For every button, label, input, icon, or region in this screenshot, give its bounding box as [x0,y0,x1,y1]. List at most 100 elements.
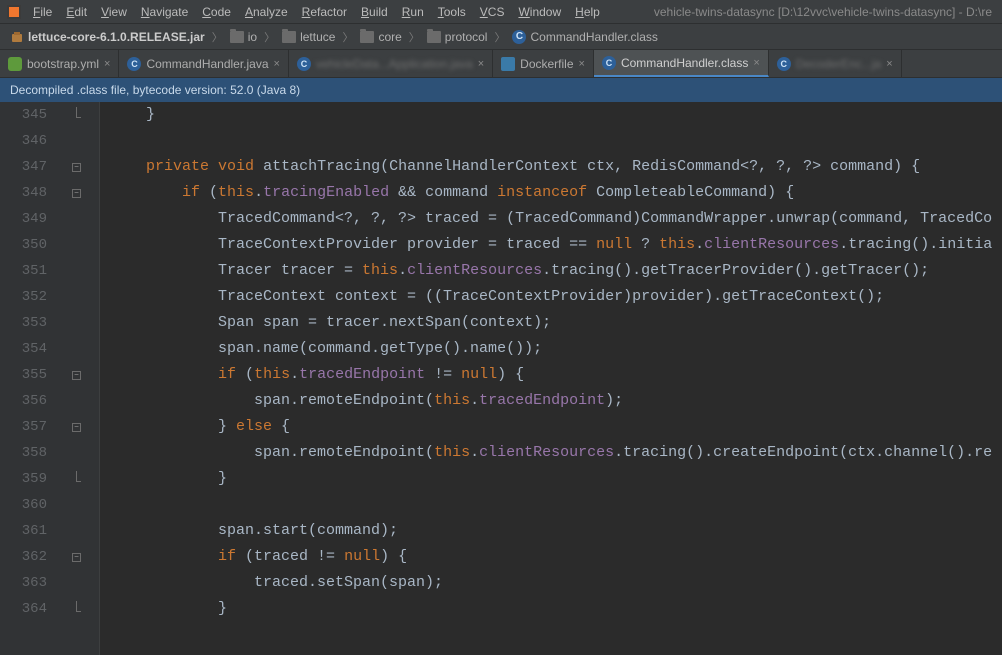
tab-label: vehicleData...Application.java [316,57,473,71]
tab-commandhandler-class[interactable]: CCommandHandler.class× [594,50,769,77]
code-line[interactable]: Tracer tracer = this.clientResources.tra… [110,258,1002,284]
code-line[interactable]: span.name(command.getType().name()); [110,336,1002,362]
line-number[interactable]: 350 [0,232,99,258]
fold-icon[interactable]: − [72,163,81,172]
editor-area: 345346347−348−349350351352353354355−3563… [0,102,1002,655]
app-icon [6,4,22,20]
close-icon[interactable]: × [478,58,484,70]
breadcrumb-class-label: CommandHandler.class [530,30,657,44]
menu-analyze[interactable]: Analyze [238,3,295,21]
code-line[interactable]: TraceContextProvider provider = traced =… [110,232,1002,258]
line-number[interactable]: 355− [0,362,99,388]
line-number[interactable]: 353 [0,310,99,336]
code-line[interactable]: if (this.tracingEnabled && command insta… [110,180,1002,206]
close-icon[interactable]: × [753,57,759,69]
tab-vehicledata-application-java[interactable]: CvehicleData...Application.java × [289,50,493,77]
fold-icon[interactable]: − [72,423,81,432]
tab-decoderenc-ja[interactable]: CDecoderEnc...ja× [769,50,902,77]
code-line[interactable]: traced.setSpan(span); [110,570,1002,596]
line-number[interactable]: 359 [0,466,99,492]
window-title-path: vehicle-twins-datasync [D:\12vvc\vehicle… [654,5,1000,19]
tab-label: CommandHandler.java [146,57,268,71]
code-line[interactable] [110,128,1002,154]
folder-icon [360,31,374,43]
menubar: FileEditViewNavigateCodeAnalyzeRefactorB… [0,0,1002,24]
line-number[interactable]: 357− [0,414,99,440]
breadcrumb-lettuce[interactable]: lettuce [278,29,339,45]
line-number[interactable]: 351 [0,258,99,284]
line-number[interactable]: 349 [0,206,99,232]
line-number[interactable]: 362− [0,544,99,570]
fold-icon[interactable]: − [72,371,81,380]
menu-edit[interactable]: Edit [59,3,94,21]
tab-bootstrap-yml[interactable]: bootstrap.yml× [0,50,119,77]
class-icon: C [512,30,526,44]
menu-code[interactable]: Code [195,3,238,21]
tab-label: CommandHandler.class [621,56,748,70]
menu-run[interactable]: Run [395,3,431,21]
fold-icon[interactable]: − [72,189,81,198]
menu-tools[interactable]: Tools [431,3,473,21]
code-line[interactable] [110,492,1002,518]
menu-file[interactable]: File [26,3,59,21]
close-icon[interactable]: × [886,58,892,70]
chevron-right-icon: 〉 [409,29,420,45]
breadcrumb-protocol[interactable]: protocol [423,29,492,45]
line-number[interactable]: 364 [0,596,99,622]
line-number[interactable]: 345 [0,102,99,128]
code-line[interactable]: } else { [110,414,1002,440]
breadcrumb-core[interactable]: core [356,29,405,45]
fold-icon[interactable]: − [72,553,81,562]
class-icon: C [127,57,141,71]
line-number[interactable]: 346 [0,128,99,154]
yml-icon [8,57,22,71]
code-line[interactable]: } [110,466,1002,492]
code-content[interactable]: } private void attachTracing(ChannelHand… [100,102,1002,655]
tab-commandhandler-java[interactable]: C CommandHandler.java × [119,50,289,77]
menu-view[interactable]: View [94,3,134,21]
menu-help[interactable]: Help [568,3,607,21]
close-icon[interactable]: × [579,58,585,70]
editor-tabs: bootstrap.yml×CCommandHandler.java×Cvehi… [0,50,1002,78]
code-line[interactable]: } [110,596,1002,622]
menu-vcs[interactable]: VCS [473,3,512,21]
breadcrumb-io[interactable]: io [226,29,261,45]
line-number[interactable]: 356 [0,388,99,414]
line-number[interactable]: 358 [0,440,99,466]
code-line[interactable]: } [110,102,1002,128]
close-icon[interactable]: × [274,58,280,70]
breadcrumb: lettuce-core-6.1.0.RELEASE.jar 〉 io 〉 le… [0,24,1002,50]
menu-navigate[interactable]: Navigate [134,3,195,21]
line-number[interactable]: 363 [0,570,99,596]
line-gutter[interactable]: 345346347−348−349350351352353354355−3563… [0,102,100,655]
code-line[interactable]: Span span = tracer.nextSpan(context); [110,310,1002,336]
menu-refactor[interactable]: Refactor [295,3,354,21]
line-number[interactable]: 348− [0,180,99,206]
code-line[interactable]: span.remoteEndpoint(this.clientResources… [110,440,1002,466]
code-line[interactable]: TracedCommand<?, ?, ?> traced = (TracedC… [110,206,1002,232]
code-line[interactable]: span.remoteEndpoint(this.tracedEndpoint)… [110,388,1002,414]
breadcrumb-class[interactable]: C CommandHandler.class [508,29,661,45]
code-line[interactable]: if (this.tracedEndpoint != null) { [110,362,1002,388]
class-icon: C [297,57,311,71]
code-line[interactable]: TraceContext context = ((TraceContextPro… [110,284,1002,310]
menu-build[interactable]: Build [354,3,395,21]
fold-end-icon [72,475,81,484]
class-icon: C [777,57,791,71]
line-number[interactable]: 347− [0,154,99,180]
line-number[interactable]: 354 [0,336,99,362]
tab-dockerfile[interactable]: Dockerfile× [493,50,594,77]
breadcrumb-jar-label: lettuce-core-6.1.0.RELEASE.jar [28,30,205,44]
code-line[interactable]: if (traced != null) { [110,544,1002,570]
decompiled-banner: Decompiled .class file, bytecode version… [0,78,1002,102]
chevron-right-icon: 〉 [342,29,353,45]
line-number[interactable]: 360 [0,492,99,518]
line-number[interactable]: 361 [0,518,99,544]
code-line[interactable]: private void attachTracing(ChannelHandle… [110,154,1002,180]
menu-window[interactable]: Window [511,3,568,21]
breadcrumb-jar[interactable]: lettuce-core-6.1.0.RELEASE.jar [6,29,209,45]
close-icon[interactable]: × [104,58,110,70]
breadcrumb-lettuce-label: lettuce [300,30,335,44]
code-line[interactable]: span.start(command); [110,518,1002,544]
line-number[interactable]: 352 [0,284,99,310]
